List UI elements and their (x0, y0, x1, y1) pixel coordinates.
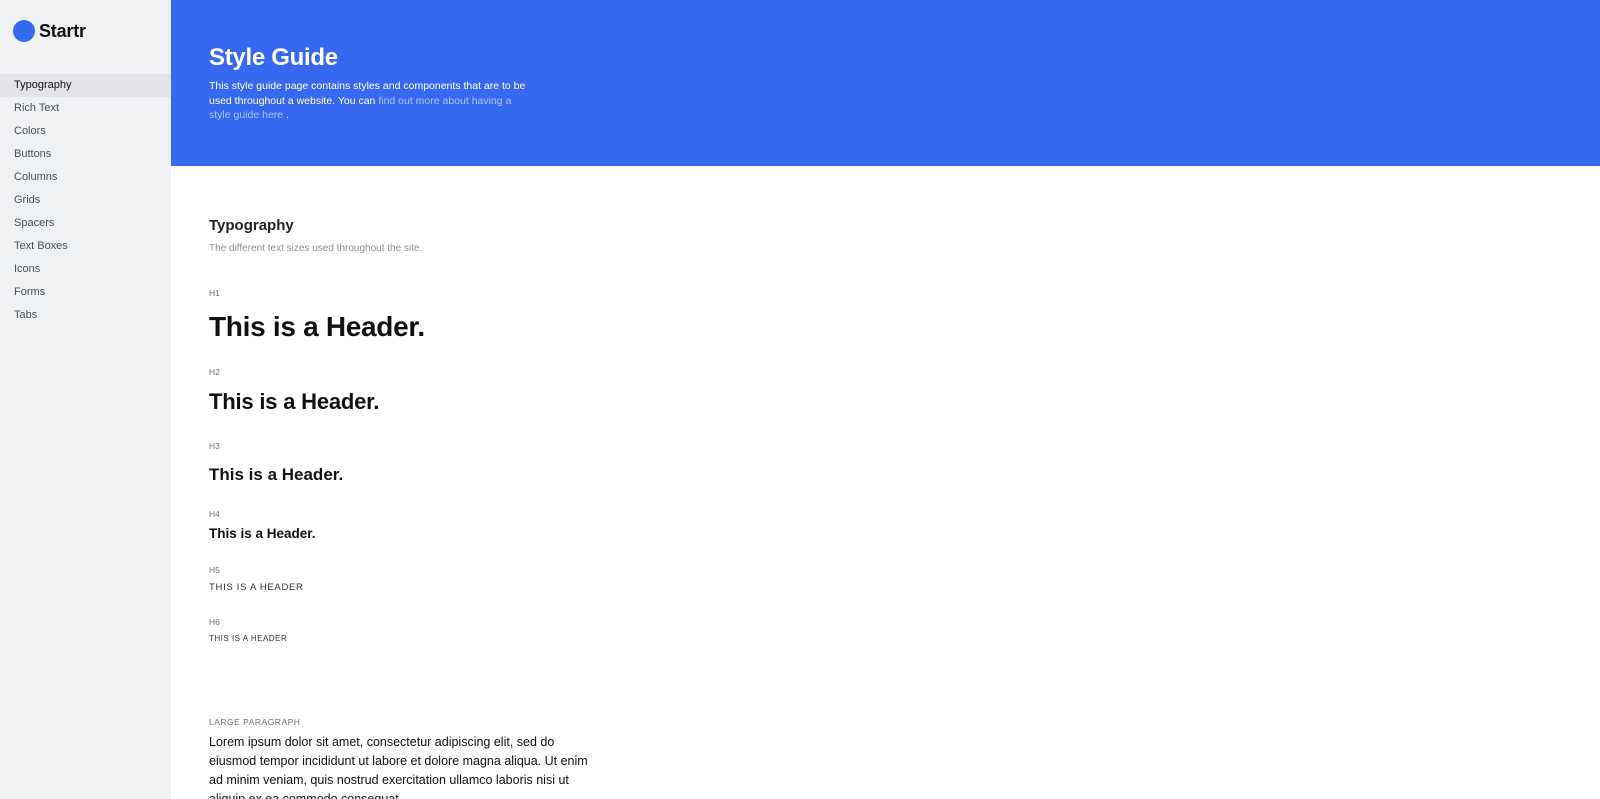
sidebar: Startr Typography Rich Text Colors Butto… (0, 0, 171, 799)
sidebar-item-icons[interactable]: Icons (0, 258, 171, 281)
large-paragraph-label: LARGE PARAGRAPH (209, 717, 301, 727)
large-paragraph: Lorem ipsum dolor sit amet, consectetur … (209, 735, 588, 799)
h5-sample: THIS IS A HEADER (209, 582, 304, 593)
sidebar-item-columns[interactable]: Columns (0, 166, 171, 189)
h4-tag: H4 (209, 509, 220, 519)
h3-sample: This is a Header. (209, 465, 344, 484)
page-title: Style Guide (209, 44, 338, 71)
sidebar-item-buttons[interactable]: Buttons (0, 143, 171, 166)
h5-tag: H5 (209, 565, 220, 575)
h4-sample: This is a Header. (209, 526, 316, 541)
sidebar-item-spacers[interactable]: Spacers (0, 212, 171, 235)
sidebar-item-typography[interactable]: Typography (0, 74, 171, 97)
sidebar-item-rich-text[interactable]: Rich Text (0, 97, 171, 120)
sidebar-item-forms[interactable]: Forms (0, 281, 171, 304)
sidebar-item-colors[interactable]: Colors (0, 120, 171, 143)
sidebar-item-tabs[interactable]: Tabs (0, 304, 171, 327)
h2-tag: H2 (209, 367, 220, 377)
sidebar-nav: Typography Rich Text Colors Buttons Colu… (0, 74, 171, 327)
sidebar-item-grids[interactable]: Grids (0, 189, 171, 212)
h1-tag: H1 (209, 288, 220, 298)
hero-description: This style guide page contains styles an… (209, 79, 529, 123)
hero-description-suffix: . (283, 109, 289, 121)
h6-tag: H6 (209, 617, 220, 627)
h3-tag: H3 (209, 441, 220, 451)
h1-sample: This is a Header. (209, 311, 425, 342)
sidebar-item-text-boxes[interactable]: Text Boxes (0, 235, 171, 258)
brand-circle-icon (13, 20, 35, 42)
hero-banner: Style Guide This style guide page contai… (171, 0, 1600, 166)
brand-logo[interactable]: Startr (13, 20, 86, 42)
h2-sample: This is a Header. (209, 389, 380, 414)
brand-name: Startr (39, 20, 86, 41)
section-title: Typography (209, 217, 294, 234)
h6-sample: THIS IS A HEADER (209, 634, 288, 643)
section-subtitle: The different text sizes used throughout… (209, 243, 423, 254)
